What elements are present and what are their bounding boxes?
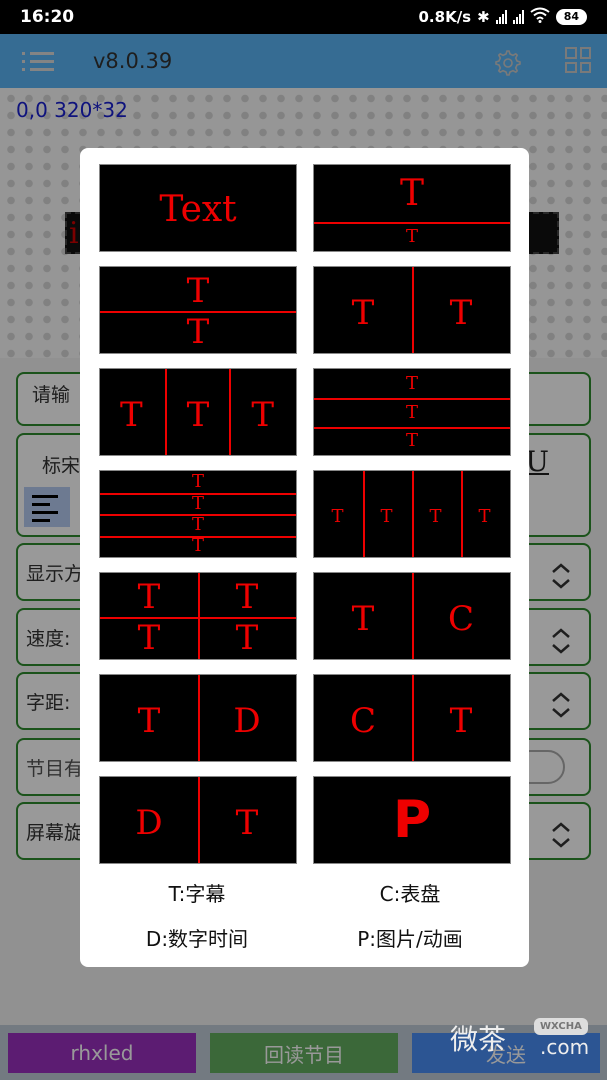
layout-glyph: T [186,271,210,312]
layout-glyph: T [380,506,393,528]
layout-glyph: T [405,401,419,423]
layout-glyph: T [137,577,161,618]
layout-glyph: Text [159,188,237,230]
layout-glyph: T [191,514,205,536]
layout-glyph: T [191,471,205,493]
divider-vertical [198,675,200,761]
layout-glyph: T [186,312,210,353]
layout-glyph: T [186,395,210,436]
watermark-badge: WXCHA [534,1018,588,1035]
legend-digital-time: D:数字时间 [145,927,249,951]
layout-tile-single-text[interactable]: Text [99,164,297,252]
layout-glyph: T [449,293,473,334]
layout-glyph: T [235,618,259,659]
layout-tile-clock-text[interactable]: CT [313,674,511,762]
layout-tile-picture[interactable]: P [313,776,511,864]
layout-glyph: T [405,430,419,452]
layout-tile-four-columns[interactable]: TTTT [313,470,511,558]
divider-vertical [164,369,167,455]
layout-glyph: T [137,618,161,659]
layout-tile-three-rows[interactable]: TTT [313,368,511,456]
layout-tile-text-digital[interactable]: TD [99,674,297,762]
divider-vertical [412,675,414,761]
divider-vertical [412,573,414,659]
layout-glyph: T [235,803,259,844]
watermark-suffix: .com [540,1035,590,1059]
divider-horizontal [100,616,296,619]
hd-signal-icon [512,10,524,24]
bluetooth-icon: ✱ [477,8,490,26]
layout-glyph: T [251,395,275,436]
layout-glyph: T [120,395,143,436]
layout-tile-four-rows[interactable]: TTTT [99,470,297,558]
layout-glyph: T [478,506,491,528]
status-icons: 0.8K/s ✱ 84 [418,7,587,27]
layout-glyph: D [233,701,261,742]
hd-signal-icon [495,10,507,24]
status-bar: 16:20 0.8K/s ✱ 84 [0,0,607,34]
divider-vertical [363,471,365,557]
layout-tile-two-rows[interactable]: TT [99,266,297,354]
layout-glyph: D [135,803,163,844]
layout-glyph: T [351,293,375,334]
layout-glyph: T [449,701,473,742]
layout-glyph: T [235,577,259,618]
divider-vertical [198,777,200,863]
layout-glyph: T [405,226,419,248]
layout-glyph: T [399,173,425,215]
legend-picture: P:图片/动画 [357,927,463,951]
layout-glyph: T [191,492,205,514]
layout-glyph: T [331,506,344,528]
layout-tile-top-large-bottom-small[interactable]: TT [313,164,511,252]
layout-glyph: T [351,599,375,640]
layout-glyph: C [447,599,475,640]
divider-horizontal [314,221,510,224]
layout-tile-digital-text[interactable]: DT [99,776,297,864]
divider-horizontal [314,426,510,429]
layout-glyph: T [405,373,419,395]
divider-vertical [461,471,463,557]
divider-horizontal [314,398,510,401]
status-time: 16:20 [20,7,75,27]
layout-glyph: C [349,701,377,742]
layout-tile-text-clock[interactable]: TC [313,572,511,660]
layout-tile-quad-grid[interactable]: TTTT [99,572,297,660]
net-speed: 0.8K/s [418,8,472,26]
watermark-text: 微茶 [450,1023,507,1056]
divider-vertical [412,471,414,557]
layout-glyph: T [137,701,161,742]
battery-indicator: 84 [555,9,587,25]
layout-tile-three-columns[interactable]: TTT [99,368,297,456]
divider-vertical [412,267,414,353]
divider-vertical [229,369,232,455]
layout-picker-dialog: Text T T T T T T T T T T T T T T T T T T T T T T T T T C T D C T D T P T:… [80,148,529,967]
wifi-icon [530,7,550,27]
legend-clock: C:表盘 [379,882,441,906]
layout-tile-two-columns[interactable]: TT [313,266,511,354]
legend-text: T:字幕 [168,882,226,906]
layout-glyph: P [392,790,432,850]
layout-glyph: T [191,534,205,556]
layout-glyph: T [429,506,442,528]
